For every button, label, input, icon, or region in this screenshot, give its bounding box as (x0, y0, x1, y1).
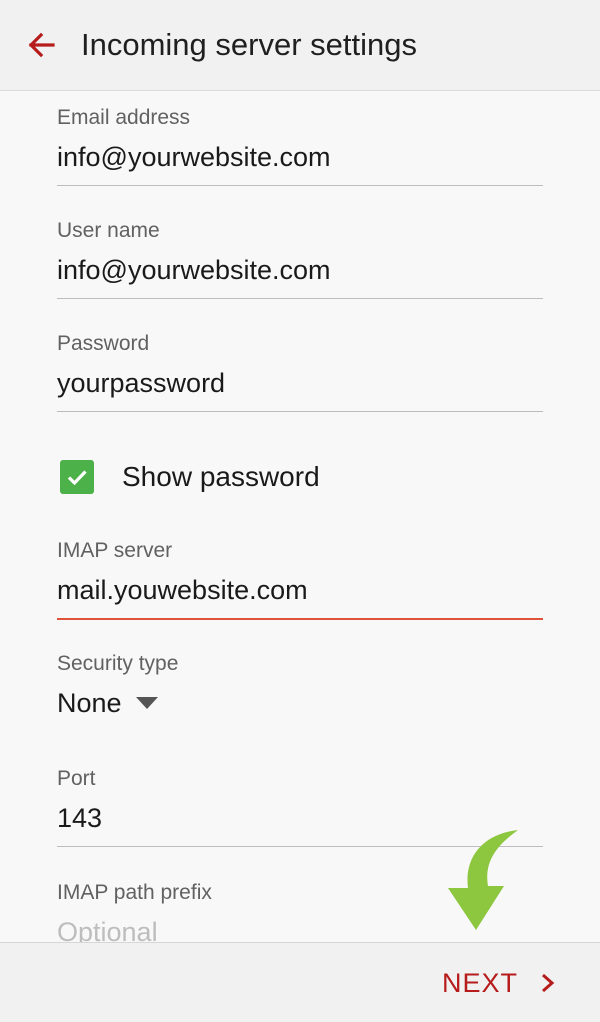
chevron-right-icon (540, 972, 556, 994)
password-label: Password (57, 332, 150, 355)
password-field: Password yourpassword (57, 331, 543, 412)
password-underline (57, 411, 543, 412)
email-underline (57, 185, 543, 186)
password-input[interactable]: yourpassword (57, 365, 543, 401)
imap-server-input[interactable]: mail.youwebsite.com (57, 572, 543, 608)
email-field: Email address info@yourwebsite.com (57, 105, 543, 186)
dropdown-arrow-icon (135, 697, 158, 709)
security-type-dropdown[interactable]: None (57, 685, 543, 721)
username-label: User name (57, 219, 160, 242)
settings-form: Email address info@yourwebsite.com User … (0, 91, 600, 942)
next-button[interactable]: NEXT (442, 963, 556, 1003)
arrow-left-icon (28, 32, 55, 58)
app-bar: Incoming server settings (0, 0, 600, 91)
page-title: Incoming server settings (81, 27, 417, 62)
back-button[interactable] (18, 22, 64, 68)
show-password-label: Show password (122, 461, 320, 492)
next-label: NEXT (441, 967, 518, 998)
security-type-value: None (57, 688, 122, 718)
security-type-field: Security type None (57, 651, 543, 721)
checkmark-icon (67, 470, 87, 486)
username-underline (57, 298, 543, 299)
username-input[interactable]: info@yourwebsite.com (57, 252, 543, 288)
security-type-label: Security type (57, 652, 179, 675)
imap-server-underline-focused (57, 618, 543, 620)
show-password-checkbox-row[interactable]: Show password (60, 460, 320, 494)
screen: Incoming server settings Email address i… (0, 0, 600, 1022)
port-label: Port (57, 767, 96, 790)
imap-server-label: IMAP server (57, 539, 173, 562)
show-password-checkbox[interactable] (60, 460, 94, 494)
username-field: User name info@yourwebsite.com (57, 218, 543, 299)
imap-server-field: IMAP server mail.youwebsite.com (57, 538, 543, 620)
email-input[interactable]: info@yourwebsite.com (57, 139, 543, 175)
curved-arrow-annotation-icon (448, 830, 518, 930)
email-label: Email address (57, 106, 191, 129)
bottom-bar: NEXT (0, 942, 600, 1022)
